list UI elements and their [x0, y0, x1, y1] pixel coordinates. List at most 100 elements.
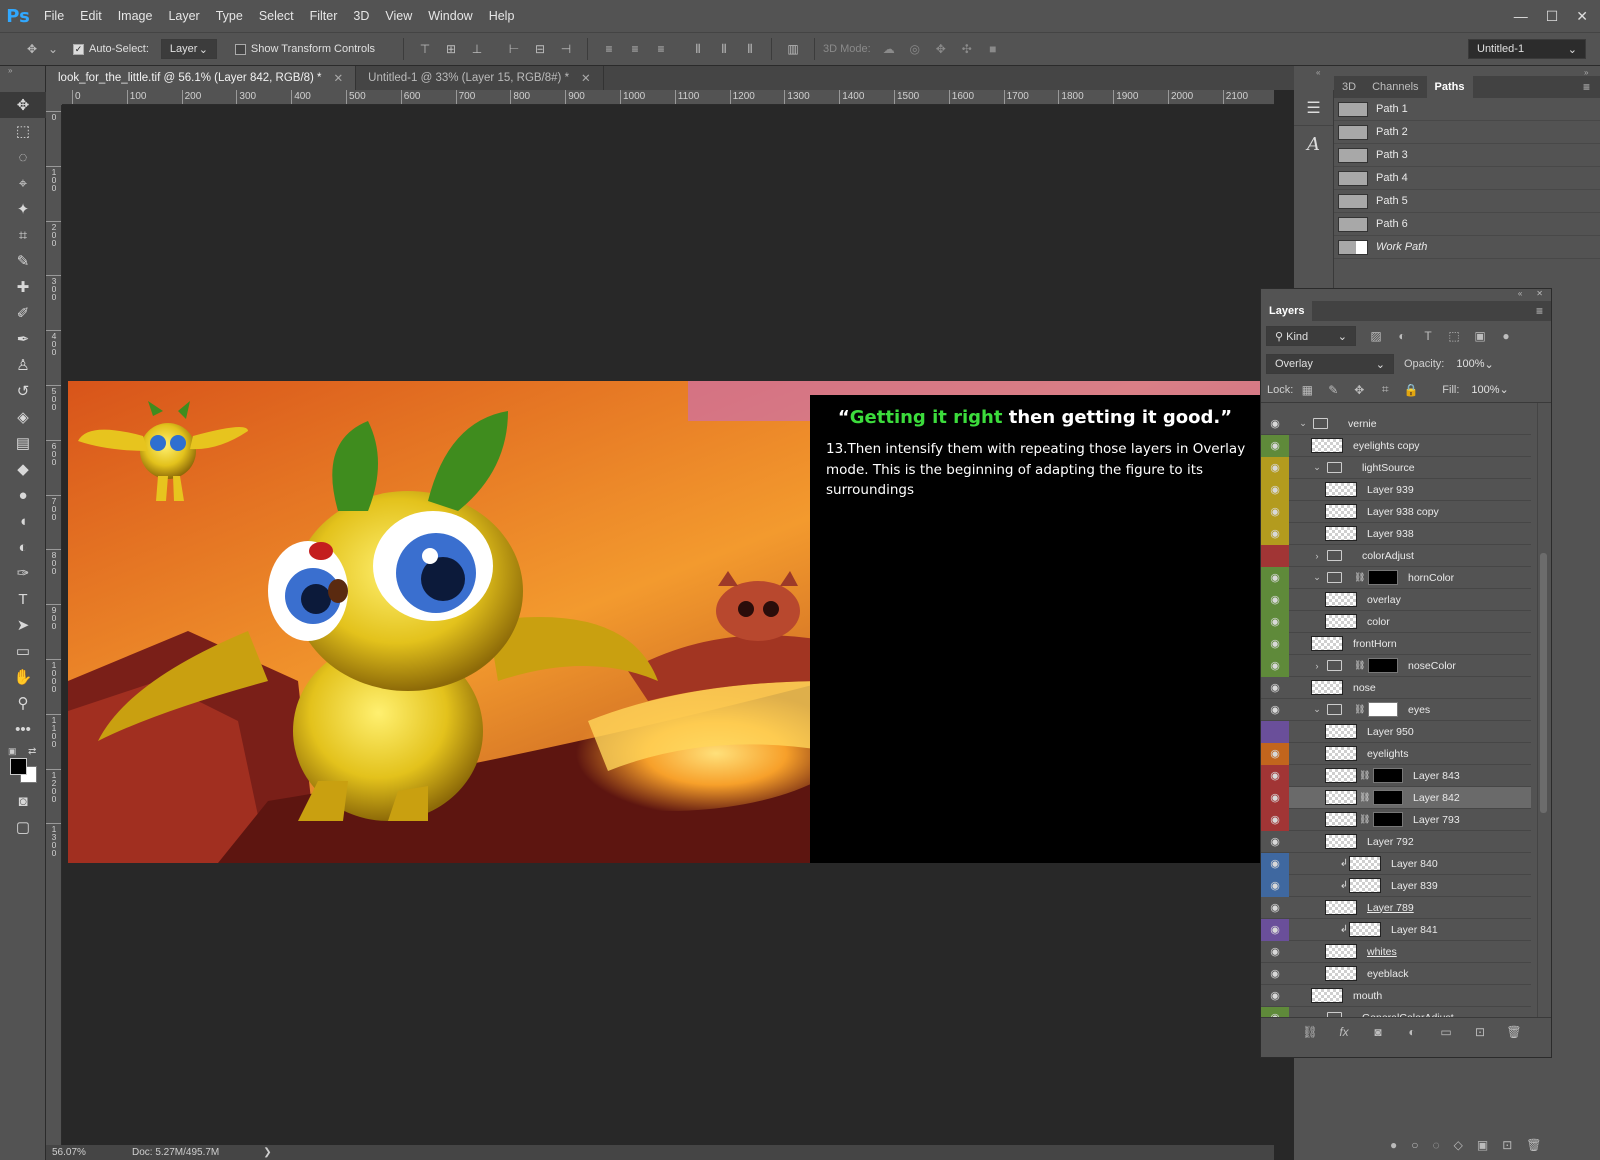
eye-icon[interactable]: ◉ [1261, 677, 1289, 699]
crop-tool-icon[interactable]: ⌗ [0, 222, 46, 248]
menu-window[interactable]: Window [420, 0, 480, 32]
fill-path-icon[interactable]: ● [1390, 1138, 1397, 1152]
layer-row[interactable]: ◉ ⛓ Layer 843 [1261, 764, 1531, 787]
link-icon[interactable]: ⛓ [1354, 572, 1365, 583]
fx-icon[interactable]: fx [1334, 1022, 1354, 1042]
link-icon[interactable]: ⛓ [1359, 770, 1370, 781]
add-mask-icon[interactable]: ▣ [1477, 1138, 1488, 1152]
layer-mask-thumbnail[interactable] [1373, 812, 1403, 827]
show-transform-checkbox[interactable] [234, 43, 246, 55]
collapse-panel-icon[interactable]: « [1518, 289, 1522, 301]
layer-row[interactable]: ◉ eyelights [1261, 742, 1531, 765]
align-hcenter-icon[interactable]: ⊟ [530, 39, 550, 59]
workspace-dropdown[interactable]: Untitled-1 ⌄ [1468, 39, 1586, 59]
chevron-down-icon[interactable]: ⌄ [1311, 572, 1323, 583]
path-item[interactable]: Path 6 [1334, 213, 1600, 236]
filter-shape-icon[interactable]: ⬚ [1444, 326, 1464, 346]
more-tools-icon[interactable]: ••• [0, 716, 46, 742]
align-top-icon[interactable]: ⊤ [415, 39, 435, 59]
layer-row[interactable]: ◉ ↲ Layer 840 [1261, 852, 1531, 875]
eye-icon[interactable]: ◉ [1261, 654, 1289, 677]
healing-brush-icon[interactable]: ✚ [0, 274, 46, 300]
chevron-right-icon[interactable]: › [1311, 661, 1323, 671]
maximize-button[interactable]: ☐ [1546, 8, 1559, 25]
link-icon[interactable]: ⛓ [1300, 1022, 1320, 1042]
close-panel-icon[interactable]: ✕ [1536, 289, 1543, 301]
canvas-area[interactable]: “Getting it right then getting it good.”… [62, 105, 1274, 1145]
eye-icon[interactable]: ◉ [1261, 1006, 1289, 1017]
character-panel-icon[interactable]: A [1294, 126, 1333, 162]
vertical-ruler[interactable]: 0 1 0 0 2 0 0 3 0 0 4 0 0 5 0 0 6 0 0 7 0 0 8 0 … [46, 105, 62, 1145]
load-selection-icon[interactable]: ◌ [1433, 1138, 1440, 1152]
layer-mask-thumbnail[interactable] [1368, 570, 1398, 585]
tab-channels[interactable]: Channels [1364, 76, 1426, 98]
chevron-down-icon[interactable]: ⌄ [1311, 462, 1323, 473]
eye-icon[interactable]: ◉ [1261, 566, 1289, 589]
distribute-vcenter-icon[interactable]: ≡ [625, 39, 645, 59]
new-group-icon[interactable]: ▭ [1436, 1022, 1456, 1042]
filter-type-icon[interactable]: T [1418, 326, 1438, 346]
distribute-left-icon[interactable]: ⫴ [688, 39, 708, 59]
layer-mask-thumbnail[interactable] [1368, 702, 1398, 717]
layer-row[interactable]: ◉ Layer 938 copy [1261, 500, 1531, 523]
close-window-button[interactable]: ✕ [1576, 8, 1588, 25]
eye-icon[interactable]: ◉ [1261, 610, 1289, 633]
layer-row[interactable]: › colorAdjust [1261, 544, 1531, 567]
roll-3d-icon[interactable]: ◎ [905, 39, 925, 59]
new-path-icon[interactable]: ⊡ [1502, 1138, 1512, 1152]
type-tool-icon[interactable]: T [0, 586, 46, 612]
menu-layer[interactable]: Layer [160, 0, 207, 32]
slide-3d-icon[interactable]: ✣ [957, 39, 977, 59]
move-tool-icon[interactable]: ✥ [0, 92, 46, 118]
layer-row[interactable]: Layer 950 [1261, 720, 1531, 743]
trash-icon[interactable]: 🗑 [1504, 1022, 1524, 1042]
opacity-field[interactable]: 100% ⌄ [1448, 354, 1498, 374]
eye-icon[interactable]: ◉ [1261, 434, 1289, 457]
blur-tool-icon[interactable]: ● [0, 482, 46, 508]
link-icon[interactable]: ⛓ [1354, 704, 1365, 715]
path-item[interactable]: Work Path [1334, 236, 1600, 259]
auto-select-dropdown[interactable]: Layer ⌄ [160, 39, 217, 59]
layer-row[interactable]: ◉ eyelights copy [1261, 434, 1531, 457]
eraser-tool-icon[interactable]: ◈ [0, 404, 46, 430]
distribute-top-icon[interactable]: ≡ [599, 39, 619, 59]
pen-tool-icon[interactable]: ✑ [0, 560, 46, 586]
tab-layers[interactable]: Layers [1261, 301, 1313, 321]
path-item[interactable]: Path 3 [1334, 144, 1600, 167]
eye-icon[interactable]: ◉ [1261, 852, 1289, 875]
layer-mask-thumbnail[interactable] [1368, 658, 1398, 673]
path-item[interactable]: Path 4 [1334, 167, 1600, 190]
layer-row[interactable]: ◉ ⛓ Layer 793 [1261, 808, 1531, 831]
layer-row[interactable]: ◉ nose [1261, 677, 1531, 699]
filter-toggle-icon[interactable]: ● [1496, 326, 1516, 346]
sponge-tool-icon[interactable]: ◐ [0, 534, 46, 560]
trash-icon[interactable]: 🗑 [1526, 1138, 1541, 1152]
filter-pixel-icon[interactable]: ▨ [1366, 326, 1386, 346]
layer-row[interactable]: ◉ whites [1261, 941, 1531, 963]
lock-position-icon[interactable]: ✥ [1349, 380, 1369, 400]
magic-wand-icon[interactable]: ✦ [0, 196, 46, 222]
gradient-tool-icon[interactable]: ▤ [0, 430, 46, 456]
menu-help[interactable]: Help [481, 0, 523, 32]
chevron-down-icon[interactable]: ⌄ [1311, 1012, 1323, 1017]
lock-transparent-icon[interactable]: ▦ [1297, 380, 1317, 400]
tab-paths[interactable]: Paths [1426, 76, 1473, 98]
layer-row[interactable]: ◉ ⌄ GeneralColorAdjust [1261, 1006, 1531, 1017]
layers-scrollbar[interactable] [1537, 403, 1549, 1017]
chevron-down-icon[interactable]: ⌄ [1297, 418, 1309, 429]
paint-bucket-icon[interactable]: ◆ [0, 456, 46, 482]
menu-image[interactable]: Image [110, 0, 161, 32]
link-icon[interactable]: ⛓ [1359, 792, 1370, 803]
blend-mode-dropdown[interactable]: Overlay ⌄ [1266, 354, 1394, 374]
eye-icon[interactable]: ◉ [1261, 742, 1289, 765]
chevron-down-icon[interactable]: ⌄ [48, 39, 58, 59]
document-tab-inactive[interactable]: Untitled-1 @ 33% (Layer 15, RGB/8#) * ✕ [356, 66, 604, 90]
align-right-icon[interactable]: ⊣ [556, 39, 576, 59]
filter-kind-dropdown[interactable]: ⚲ Kind ⌄ [1266, 326, 1356, 346]
layer-row[interactable]: ◉ ⛓ Layer 842 [1261, 786, 1531, 809]
panel-menu-icon[interactable]: ≡ [1536, 304, 1543, 318]
layer-row[interactable]: ◉ mouth [1261, 985, 1531, 1007]
panel-menu-icon[interactable]: ≡ [1583, 80, 1590, 94]
doc-size[interactable]: Doc: 5.27M/495.7M [132, 1147, 219, 1158]
lasso-tool-icon[interactable]: ◌ [0, 144, 46, 170]
